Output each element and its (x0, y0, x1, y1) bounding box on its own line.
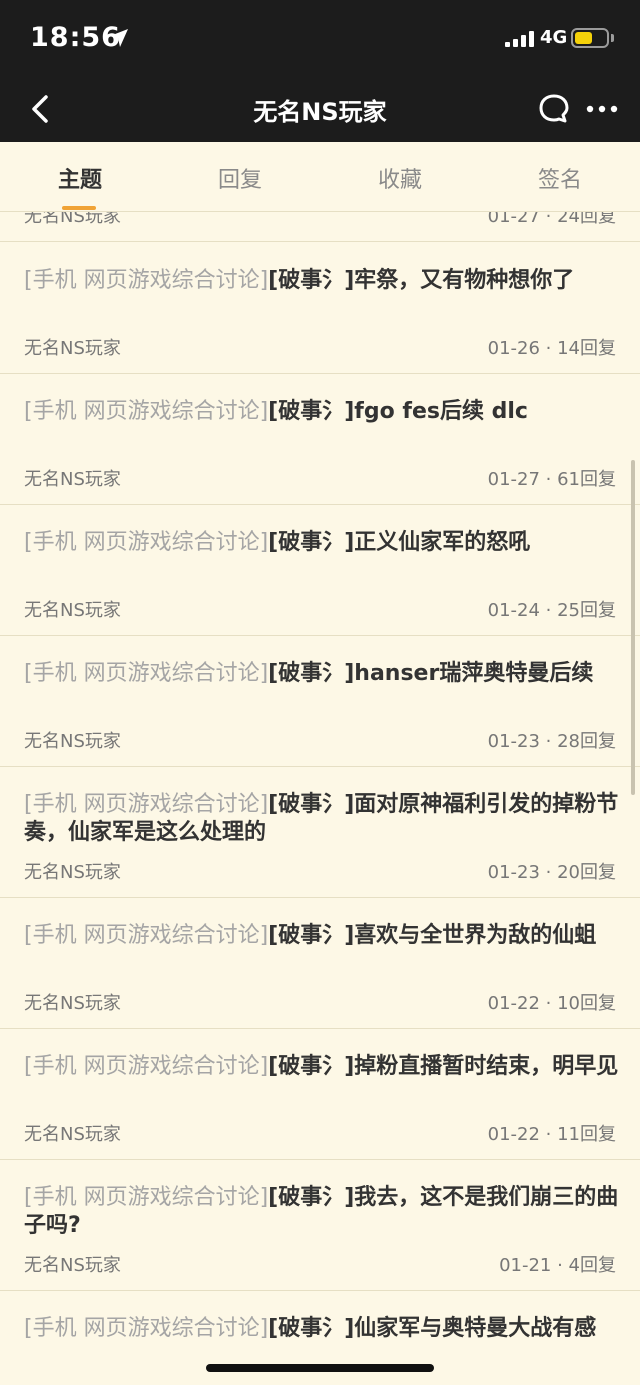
post-forum: [手机 网页游戏综合讨论] (24, 661, 269, 686)
post-title[interactable]: [手机 网页游戏综合讨论][破事氵]喜欢与全世界为敌的仙蛆 (24, 922, 620, 950)
battery-level (575, 32, 592, 44)
tab-topics[interactable]: 主题 (0, 162, 160, 194)
post-title-text: hanser瑞萍奥特曼后续 (354, 661, 594, 686)
list-item[interactable]: [手机 网页游戏综合讨论][破事氵]面对原神福利引发的掉粉节奏，仙家军是这么处理… (0, 767, 640, 898)
post-crumb: [破事氵] (268, 399, 355, 424)
post-meta: 01-21 · 4回复 (499, 1255, 616, 1276)
post-crumb: [破事氵] (268, 661, 355, 686)
battery-icon (571, 28, 609, 48)
post-author[interactable]: 无名NS玩家 (24, 465, 121, 491)
post-title[interactable]: [手机 网页游戏综合讨论][破事氵]掉粉直播暂时结束，明早见 (24, 1053, 620, 1081)
post-meta: 01-23 · 20回复 (487, 862, 616, 883)
post-author[interactable]: 无名NS玩家 (24, 596, 121, 622)
post-forum: [手机 网页游戏综合讨论] (24, 268, 269, 293)
post-list[interactable]: 无名NS玩家 01-27 · 24回复 [手机 网页游戏综合讨论][破事氵]牢祭… (0, 212, 640, 1385)
tab-bar: 主题 回复 收藏 签名 (0, 142, 640, 212)
post-title-text: 掉粉直播暂时结束，明早见 (354, 1054, 619, 1079)
more-icon[interactable] (586, 105, 618, 113)
post-forum: [手机 网页游戏综合讨论] (24, 530, 269, 555)
post-author[interactable]: 无名NS玩家 (24, 858, 121, 884)
tab-signature[interactable]: 签名 (480, 162, 640, 194)
post-author[interactable]: 无名NS玩家 (24, 334, 121, 360)
post-author[interactable]: 无名NS玩家 (24, 1120, 121, 1146)
carrier-label: 4G (540, 27, 568, 48)
scrollbar[interactable] (631, 460, 635, 795)
post-author[interactable]: 无名NS玩家 (24, 1251, 121, 1277)
post-crumb: [破事氵] (268, 268, 355, 293)
post-title-text: fgo fes后续 dlc (354, 399, 528, 424)
list-item[interactable]: [手机 网页游戏综合讨论][破事氵]hanser瑞萍奥特曼后续 无名NS玩家 0… (0, 636, 640, 767)
list-item[interactable]: [手机 网页游戏综合讨论][破事氵]我去，这不是我们崩三的曲子吗? 无名NS玩家… (0, 1160, 640, 1291)
post-title[interactable]: [手机 网页游戏综合讨论][破事氵]面对原神福利引发的掉粉节奏，仙家军是这么处理… (24, 791, 620, 847)
list-item[interactable]: [手机 网页游戏综合讨论][破事氵]fgo fes后续 dlc 无名NS玩家 0… (0, 374, 640, 505)
list-item[interactable]: 无名NS玩家 01-27 · 24回复 (0, 212, 640, 242)
post-meta: 01-26 · 14回复 (487, 338, 616, 359)
post-forum: [手机 网页游戏综合讨论] (24, 1185, 269, 1210)
nav-bar: 无名NS玩家 (0, 76, 640, 142)
post-meta: 01-23 · 28回复 (487, 731, 616, 752)
post-author[interactable]: 无名NS玩家 (24, 989, 121, 1015)
post-author[interactable]: 无名NS玩家 (24, 727, 121, 753)
list-item[interactable]: [手机 网页游戏综合讨论][破事氵]牢祭，又有物种想你了 无名NS玩家 01-2… (0, 243, 640, 374)
location-arrow-icon (110, 29, 128, 47)
post-crumb: [破事氵] (268, 1185, 355, 1210)
post-meta: 01-27 · 61回复 (487, 469, 616, 490)
post-crumb: [破事氵] (268, 923, 355, 948)
post-title[interactable]: [手机 网页游戏综合讨论][破事氵]fgo fes后续 dlc (24, 398, 620, 426)
signal-icon (505, 31, 534, 47)
status-bar: 18:56 4G (0, 0, 640, 76)
post-title-text: 正义仙家军的怒吼 (354, 530, 531, 555)
post-forum: [手机 网页游戏综合讨论] (24, 399, 269, 424)
post-forum: [手机 网页游戏综合讨论] (24, 1316, 269, 1341)
chat-icon[interactable] (538, 93, 570, 125)
post-forum: [手机 网页游戏综合讨论] (24, 1054, 269, 1079)
post-forum: [手机 网页游戏综合讨论] (24, 792, 269, 817)
post-forum: [手机 网页游戏综合讨论] (24, 923, 269, 948)
list-item[interactable]: [手机 网页游戏综合讨论][破事氵]掉粉直播暂时结束，明早见 无名NS玩家 01… (0, 1029, 640, 1160)
post-title-text: 牢祭，又有物种想你了 (354, 268, 575, 293)
active-tab-indicator (62, 206, 96, 210)
battery-nub (611, 34, 614, 42)
post-meta: 01-22 · 11回复 (487, 1124, 616, 1145)
post-crumb: [破事氵] (268, 792, 355, 817)
tab-favorites[interactable]: 收藏 (320, 162, 480, 194)
post-title[interactable]: [手机 网页游戏综合讨论][破事氵]我去，这不是我们崩三的曲子吗? (24, 1184, 620, 1240)
post-title[interactable]: [手机 网页游戏综合讨论][破事氵]hanser瑞萍奥特曼后续 (24, 660, 620, 688)
post-meta: 01-22 · 10回复 (487, 993, 616, 1014)
home-indicator[interactable] (206, 1364, 434, 1372)
post-title[interactable]: [手机 网页游戏综合讨论][破事氵]牢祭，又有物种想你了 (24, 267, 620, 295)
post-title-text: 喜欢与全世界为敌的仙蛆 (354, 923, 597, 948)
post-crumb: [破事氵] (268, 530, 355, 555)
post-title[interactable]: [手机 网页游戏综合讨论][破事氵]仙家军与奥特曼大战有感 (24, 1315, 620, 1343)
post-title[interactable]: [手机 网页游戏综合讨论][破事氵]正义仙家军的怒吼 (24, 529, 620, 557)
post-meta: 01-27 · 24回复 (487, 212, 616, 227)
post-title-text: 仙家军与奥特曼大战有感 (354, 1316, 597, 1341)
post-author: 无名NS玩家 (24, 212, 121, 227)
tab-replies[interactable]: 回复 (160, 162, 320, 194)
post-crumb: [破事氵] (268, 1316, 355, 1341)
list-item[interactable]: [手机 网页游戏综合讨论][破事氵]喜欢与全世界为敌的仙蛆 无名NS玩家 01-… (0, 898, 640, 1029)
list-item[interactable]: [手机 网页游戏综合讨论][破事氵]正义仙家军的怒吼 无名NS玩家 01-24 … (0, 505, 640, 636)
post-meta: 01-24 · 25回复 (487, 600, 616, 621)
post-crumb: [破事氵] (268, 1054, 355, 1079)
